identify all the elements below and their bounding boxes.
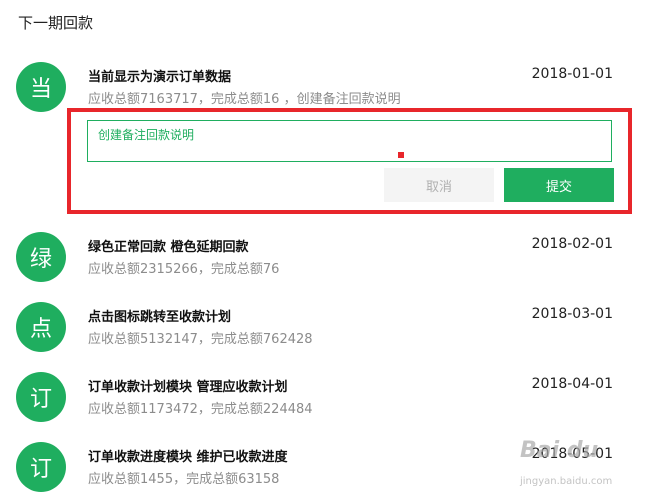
- item-date: 2018-02-01: [531, 236, 613, 252]
- cursor-marker: [398, 152, 404, 158]
- item-date: 2018-01-01: [531, 66, 613, 82]
- watermark-text: Bai du: [520, 438, 599, 463]
- avatar[interactable]: 点: [16, 302, 66, 352]
- watermark-logo: Bai du jingyan.baidu.com: [520, 438, 640, 496]
- avatar[interactable]: 订: [16, 372, 66, 422]
- avatar[interactable]: 订: [16, 442, 66, 492]
- item-subtitle: 应收总额5132147，完成总额762428: [88, 332, 313, 347]
- avatar[interactable]: 当: [16, 62, 66, 112]
- item-title: 绿色正常回款 橙色延期回款: [88, 240, 249, 255]
- item-subtitle: 应收总额1455，完成总额63158: [88, 472, 280, 487]
- item-title: 订单收款计划模块 管理应收款计划: [88, 380, 288, 395]
- submit-button[interactable]: 提交: [504, 168, 614, 202]
- page-title: 下一期回款: [18, 14, 94, 32]
- watermark-subtext: jingyan.baidu.com: [520, 476, 613, 487]
- item-date: 2018-03-01: [531, 306, 613, 322]
- item-date: 2018-04-01: [531, 376, 613, 392]
- item-subtitle: 应收总额2315266，完成总额76: [88, 262, 280, 277]
- cancel-button[interactable]: 取消: [384, 168, 494, 202]
- item-title: 当前显示为演示订单数据: [88, 70, 232, 85]
- item-subtitle: 应收总额7163717，完成总额16 ，创建备注回款说明: [88, 92, 401, 107]
- item-subtitle: 应收总额1173472，完成总额224484: [88, 402, 313, 417]
- item-title: 订单收款进度模块 维护已收款进度: [88, 450, 288, 465]
- item-title: 点击图标跳转至收款计划: [88, 310, 232, 325]
- note-input[interactable]: 创建备注回款说明: [87, 120, 612, 162]
- avatar[interactable]: 绿: [16, 232, 66, 282]
